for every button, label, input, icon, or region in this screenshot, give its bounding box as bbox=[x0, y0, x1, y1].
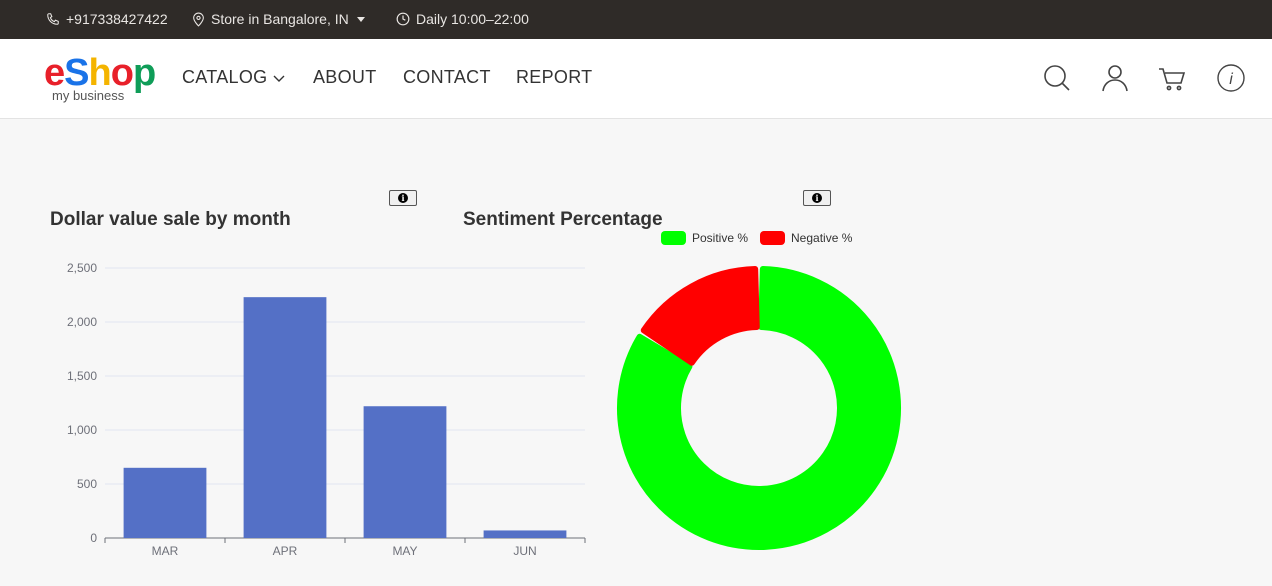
top-bar: +917338427422 Store in Bangalore, IN Dai… bbox=[0, 0, 1272, 39]
clock-icon bbox=[396, 12, 410, 26]
phone-icon bbox=[46, 12, 60, 26]
sentiment-chart-info-button[interactable]: i bbox=[803, 190, 831, 206]
info-icon: i bbox=[812, 193, 822, 203]
legend-swatch-negative bbox=[760, 231, 785, 245]
sales-chart-info-button[interactable]: i bbox=[389, 190, 417, 206]
y-tick-label: 0 bbox=[90, 531, 97, 545]
y-tick-label: 2,000 bbox=[67, 315, 97, 329]
x-tick-label: MAY bbox=[392, 544, 417, 558]
sentiment-chart-title: Sentiment Percentage bbox=[463, 209, 663, 230]
x-tick-label: JUN bbox=[513, 544, 536, 558]
x-tick-label: MAR bbox=[152, 544, 179, 558]
store-location: Store in Bangalore, IN bbox=[211, 11, 349, 27]
nav-about[interactable]: ABOUT bbox=[313, 67, 377, 88]
store-selector[interactable]: Store in Bangalore, IN bbox=[192, 11, 365, 27]
logo-subtitle: my business bbox=[52, 88, 125, 103]
chevron-down-icon bbox=[356, 16, 365, 22]
cart-icon[interactable] bbox=[1157, 63, 1187, 93]
legend-label-positive: Positive % bbox=[692, 231, 749, 245]
sentiment-donut-chart bbox=[617, 266, 901, 550]
nav-report[interactable]: REPORT bbox=[516, 67, 592, 88]
svg-text:i: i bbox=[1229, 71, 1233, 88]
logo[interactable]: eShop my business bbox=[44, 52, 156, 105]
y-tick-label: 2,500 bbox=[67, 261, 97, 275]
search-icon[interactable] bbox=[1042, 63, 1072, 93]
legend-positive[interactable]: Positive % bbox=[661, 231, 748, 245]
phone-number: +917338427422 bbox=[66, 11, 168, 27]
chevron-down-icon bbox=[273, 67, 285, 88]
user-icon[interactable] bbox=[1100, 63, 1130, 93]
info-icon: i bbox=[398, 193, 408, 203]
bar-mar[interactable] bbox=[123, 467, 207, 538]
x-tick-label: APR bbox=[273, 544, 298, 558]
bar-apr[interactable] bbox=[243, 297, 327, 538]
header: eShop my business CATALOG ABOUT CONTACT … bbox=[0, 39, 1272, 119]
sales-chart-title: Dollar value sale by month bbox=[50, 209, 291, 230]
bar-may[interactable] bbox=[363, 406, 447, 538]
bar-jun[interactable] bbox=[483, 530, 567, 538]
hours-text: Daily 10:00–22:00 bbox=[416, 11, 529, 27]
legend-negative[interactable]: Negative % bbox=[760, 231, 852, 245]
nav-contact[interactable]: CONTACT bbox=[403, 67, 491, 88]
phone-contact[interactable]: +917338427422 bbox=[46, 11, 168, 27]
location-pin-icon bbox=[192, 12, 205, 27]
nav-catalog[interactable]: CATALOG bbox=[182, 67, 285, 88]
y-tick-label: 500 bbox=[77, 477, 97, 491]
y-tick-label: 1,000 bbox=[67, 423, 97, 437]
y-tick-label: 1,500 bbox=[67, 369, 97, 383]
legend-swatch-positive bbox=[661, 231, 686, 245]
sales-bar-chart: 0 500 1,000 1,500 2,000 2,500 MAR APR MAY JUN bbox=[67, 261, 586, 558]
legend-label-negative: Negative % bbox=[791, 231, 853, 245]
info-icon[interactable]: i bbox=[1216, 63, 1246, 93]
store-hours: Daily 10:00–22:00 bbox=[396, 11, 529, 27]
